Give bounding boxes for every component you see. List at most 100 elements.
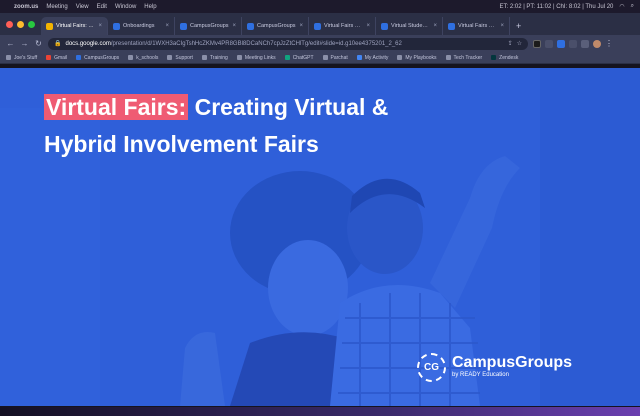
bookmark-item[interactable]: Meeting Links xyxy=(236,54,276,61)
menu-window[interactable]: Window xyxy=(115,4,136,10)
menu-edit[interactable]: Edit xyxy=(97,4,107,10)
extension-icon[interactable] xyxy=(569,39,577,48)
close-tab-icon[interactable]: × xyxy=(299,23,303,29)
zoom-window-button[interactable] xyxy=(28,21,35,28)
bookmark-item[interactable]: Parchat xyxy=(322,55,348,61)
bookmark-label: Zendesk xyxy=(499,54,519,61)
close-tab-icon[interactable]: × xyxy=(232,23,236,29)
bookmark-item[interactable]: Zendesk xyxy=(491,55,518,61)
browser-tab[interactable]: Virtual Student Inv× xyxy=(376,17,443,35)
browser-tab[interactable]: Virtual Fairs Map V× xyxy=(309,17,376,35)
browser-tab[interactable]: Onboardings × xyxy=(108,17,175,35)
extension-icon[interactable] xyxy=(533,39,541,48)
share-icon[interactable]: ⇪ xyxy=(508,40,513,47)
browser-tab[interactable]: CampusGroups × xyxy=(175,17,242,35)
wifi-icon[interactable]: ◠ xyxy=(619,3,624,10)
bookmark-item[interactable]: k_schools xyxy=(128,55,158,61)
bookmark-icon xyxy=(284,55,290,60)
bookmark-icon xyxy=(356,55,362,60)
menu-help[interactable]: Help xyxy=(144,4,156,10)
extension-icon[interactable] xyxy=(557,39,565,48)
bookmark-icon xyxy=(322,55,328,60)
extensions-area: ⋮ xyxy=(533,39,613,48)
extension-icon[interactable] xyxy=(545,39,553,48)
bookmark-label: ChatGPT xyxy=(292,54,314,61)
bookmark-item[interactable]: Support xyxy=(167,55,193,61)
bookmark-item[interactable]: Joe's Stuff xyxy=(6,55,37,61)
presentation-slide: Virtual Fairs: Creating Virtual & Hybrid… xyxy=(0,68,640,406)
new-tab-button[interactable]: + xyxy=(510,21,527,35)
address-bar[interactable]: 🔒 docs.google.com/presentation/d/1WXH3aC… xyxy=(48,37,528,50)
close-tab-icon[interactable]: × xyxy=(366,23,370,29)
close-tab-icon[interactable]: × xyxy=(500,23,504,29)
back-button[interactable]: ← xyxy=(6,39,15,48)
browser-tab[interactable]: Virtual Fairs Map V× xyxy=(443,17,510,35)
bookmarks-bar: Joe's Stuff Gmail CampusGroups k_schools Sup… xyxy=(0,52,640,64)
tab-title: Onboardings xyxy=(123,23,155,29)
bookmark-item[interactable]: My Playbooks xyxy=(397,54,437,61)
url-host: docs.google.com xyxy=(65,40,111,47)
tab-favicon-icon xyxy=(113,22,120,30)
browser-tab[interactable]: Virtual Fairs: Creati× xyxy=(41,17,108,35)
bookmark-item[interactable]: ChatGPT xyxy=(284,54,314,61)
close-tab-icon[interactable]: × xyxy=(98,23,102,29)
bookmark-label: Support xyxy=(175,54,193,61)
bookmark-icon xyxy=(76,55,82,60)
forward-button[interactable]: → xyxy=(20,39,29,48)
bookmark-icon xyxy=(167,55,173,60)
reload-button[interactable]: ↻ xyxy=(34,39,43,48)
bookmark-label: Tech Tracker xyxy=(453,54,483,61)
title-highlight: Virtual Fairs: xyxy=(44,94,189,120)
bookmark-label: Gmail xyxy=(54,54,68,61)
bookmark-item[interactable]: Tech Tracker xyxy=(445,54,483,61)
bookmark-icon xyxy=(491,55,497,60)
search-icon[interactable]: ⌕ xyxy=(631,3,634,10)
tab-favicon-icon xyxy=(247,22,254,30)
title-rest: Creating Virtual & xyxy=(188,94,389,120)
tab-favicon-icon xyxy=(46,22,53,30)
kebab-menu-icon[interactable]: ⋮ xyxy=(605,39,613,48)
bookmark-item[interactable]: Gmail xyxy=(46,55,67,61)
bookmark-label: CampusGroups xyxy=(84,54,120,61)
bookmark-label: Joe's Stuff xyxy=(14,54,38,61)
menu-meeting[interactable]: Meeting xyxy=(46,4,67,10)
puzzle-icon[interactable] xyxy=(581,39,589,48)
bookmark-item[interactable]: Training xyxy=(201,55,228,61)
close-tab-icon[interactable]: × xyxy=(165,23,169,29)
bookmark-label: My Playbooks xyxy=(405,54,437,61)
minimize-window-button[interactable] xyxy=(17,21,24,28)
close-window-button[interactable] xyxy=(6,21,13,28)
bookmark-star-icon[interactable]: ☆ xyxy=(517,40,522,47)
browser-tab-strip: Virtual Fairs: Creati×Onboardings×Campus… xyxy=(0,13,640,35)
menubar-clock[interactable]: ET: 2:02 | PT: 11:02 | ChI: 8:02 | Thu J… xyxy=(500,4,614,10)
tab-favicon-icon xyxy=(448,22,455,30)
menu-app-name[interactable]: zoom.us xyxy=(14,4,38,10)
campusgroups-logo: CG CampusGroups by READY Education xyxy=(417,353,572,382)
tab-title: Virtual Fairs Map V xyxy=(324,23,363,29)
bookmark-icon xyxy=(6,55,11,60)
lock-icon: 🔒 xyxy=(54,41,62,47)
tab-title: Virtual Fairs Map V xyxy=(458,23,497,29)
logo-byline: by READY Education xyxy=(452,372,509,378)
browser-tab[interactable]: CampusGroups × xyxy=(242,17,309,35)
tab-title: Virtual Student Inv xyxy=(391,23,430,29)
menu-view[interactable]: View xyxy=(76,4,89,10)
tab-list: Virtual Fairs: Creati×Onboardings×Campus… xyxy=(41,17,510,35)
address-bar-row: ← → ↻ 🔒 docs.google.com/presentation/d/1… xyxy=(0,35,640,52)
bookmark-icon xyxy=(445,55,451,60)
bookmark-item[interactable]: My Activity xyxy=(356,54,389,61)
profile-avatar[interactable] xyxy=(593,39,601,48)
tab-title: CampusGroups xyxy=(190,23,229,29)
tab-favicon-icon xyxy=(381,22,388,30)
slide-title-line-2: Hybrid Involvement Fairs xyxy=(44,131,319,157)
close-tab-icon[interactable]: × xyxy=(433,23,437,29)
logo-name: CampusGroups xyxy=(452,354,573,371)
mac-menubar: zoom.us Meeting View Edit Window Help ET… xyxy=(0,0,640,13)
tab-favicon-icon xyxy=(180,22,187,30)
bookmark-icon xyxy=(397,55,403,60)
bookmark-label: Meeting Links xyxy=(244,54,276,61)
bookmark-icon xyxy=(128,55,134,60)
bookmark-label: My Activity xyxy=(364,54,389,61)
bookmark-item[interactable]: CampusGroups xyxy=(76,55,119,61)
url-path: /presentation/d/1WXH3aCIgTshHcZKMv4PR8GB… xyxy=(110,40,402,47)
